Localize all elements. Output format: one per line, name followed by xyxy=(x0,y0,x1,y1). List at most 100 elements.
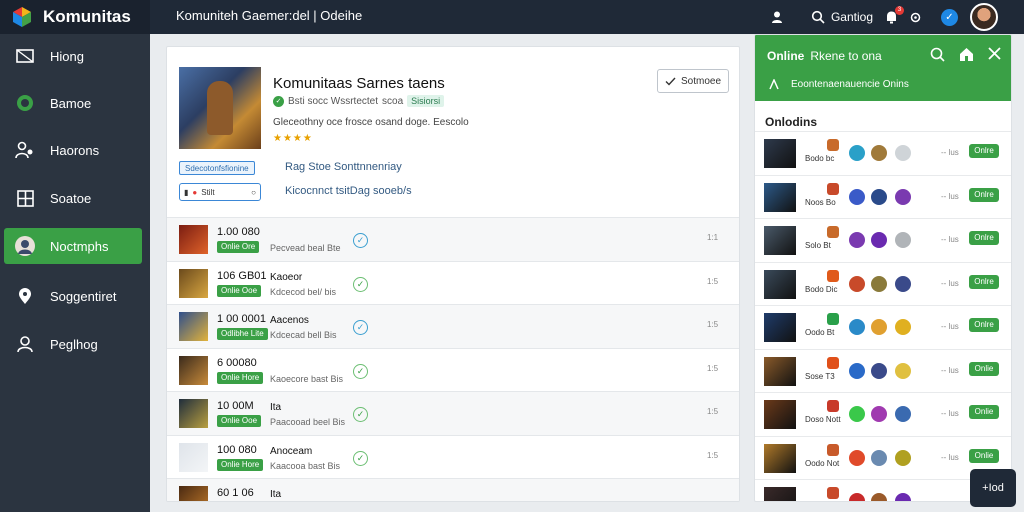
game-thumbnail xyxy=(179,312,208,341)
sidebar-item-noctmphs[interactable]: Noctmphs xyxy=(4,228,142,264)
game-icon xyxy=(827,356,839,369)
status-badge: Odlibhe Lite xyxy=(217,328,268,340)
online-status-badge[interactable]: Onlie xyxy=(969,405,999,419)
game-thumbnail xyxy=(179,399,208,428)
sidebar-item-hiong[interactable]: Hiong xyxy=(4,38,142,74)
player-thumbnail xyxy=(764,182,796,212)
send-icon xyxy=(14,45,36,67)
close-icon[interactable] xyxy=(988,47,1001,66)
badge-icon xyxy=(849,362,865,379)
meta-extra: scoa xyxy=(382,95,404,107)
online-status-badge[interactable]: Onlre xyxy=(969,318,999,332)
row-title: Aacenos xyxy=(270,315,309,326)
home-icon[interactable] xyxy=(959,47,974,66)
table-row[interactable]: 106 GB01 Onlie Ooe Kaoeor Kdcecod bel/ bis ✓… xyxy=(167,260,739,305)
sidebar-item-label: Hiong xyxy=(50,48,84,64)
sidebar-item-label: Bamoe xyxy=(50,95,92,111)
caption-primary[interactable]: Rag Stoe Sonttnnenriay xyxy=(285,161,402,173)
check-icon[interactable]: ✓ xyxy=(353,320,368,335)
row-meta: -- lus xyxy=(941,235,959,244)
notification-icon[interactable]: 3 xyxy=(885,6,904,24)
list-item[interactable]: Doso Nott -- lus Onlie xyxy=(755,392,1011,436)
list-item[interactable]: Solo Bt -- lus Onlre xyxy=(755,218,1011,262)
table-row[interactable]: 60 1 06 Ita xyxy=(167,478,739,501)
list-item[interactable]: Bodo Dic -- lus Onlre xyxy=(755,261,1011,306)
action-button[interactable]: Sotmoee xyxy=(657,69,729,93)
row-number: 1:5 xyxy=(707,276,719,286)
stat-control[interactable]: ▮ ● Stilt ○ xyxy=(179,183,261,201)
settings-icon[interactable] xyxy=(910,12,921,23)
avatar[interactable] xyxy=(970,3,998,31)
sidebar-item-haorons[interactable]: Haorons xyxy=(4,132,142,168)
player-label: Oodo Not xyxy=(805,458,840,468)
player-thumbnail xyxy=(764,226,796,255)
game-cover-image[interactable] xyxy=(179,67,261,149)
player-label: Noos Bo xyxy=(805,197,836,207)
table-row[interactable]: 10 00M Onlie Ooe Ita Paacooad beel Bis ✓ 1:5 xyxy=(167,391,739,435)
row-meta: -- lus xyxy=(941,452,959,462)
list-item[interactable]: Noos Bo -- lus Onlre xyxy=(755,174,1011,219)
category-tag[interactable]: Sdecotonfsfionine xyxy=(179,161,255,175)
user-label[interactable]: Gantiog xyxy=(831,10,873,24)
online-status-badge[interactable]: Onlre xyxy=(969,274,999,289)
sidebar-item-label: Soatoe xyxy=(50,190,92,206)
player-label: Oodo Bt xyxy=(805,328,835,337)
check-icon[interactable]: ✓ xyxy=(353,450,368,466)
toggle-icon: ○ xyxy=(251,187,256,197)
online-status-badge[interactable]: Onlie xyxy=(969,361,999,376)
sidebar-item-soatoe[interactable]: Soatoe xyxy=(4,180,142,216)
table-row[interactable]: 6 00080 Onlie Hore Kaoecore bast Bis ✓ 1:5 xyxy=(167,347,739,392)
row-subtitle: Kaoecore bast Bis xyxy=(270,373,344,384)
list-item[interactable]: Bodo bc -- lus Onlre xyxy=(755,131,1011,175)
badge-icon xyxy=(895,449,911,466)
online-status-badge[interactable]: Onlre xyxy=(969,231,999,245)
row-number: 1:5 xyxy=(707,320,719,329)
control-value: Stilt xyxy=(201,187,215,197)
game-meta: ✓ Bsti socc Wssrtectet scoa Sisiorsi xyxy=(273,95,445,107)
player-thumbnail xyxy=(764,487,796,501)
row-subtitle: Kdcecad bell Bis xyxy=(270,330,337,340)
player-label: Solo Bt xyxy=(805,241,831,250)
gamepad-icon xyxy=(14,92,36,114)
user-search-icon[interactable] xyxy=(771,10,785,24)
table-row[interactable]: 1 00 0001 Odlibhe Lite Aacenos Kdcecad bell… xyxy=(167,304,739,348)
game-icon xyxy=(827,226,839,238)
online-status-badge[interactable]: Onlie xyxy=(969,448,999,463)
search-icon[interactable] xyxy=(930,47,945,66)
users-icon xyxy=(14,139,36,161)
check-icon[interactable]: ✓ xyxy=(353,233,368,248)
list-item[interactable]: Oodo Bt -- lus Onlre xyxy=(755,305,1011,349)
chart-icon: ▮ xyxy=(184,187,189,197)
table-row[interactable]: 1.00 080 Onlie Ore Pecvead beal Bte ✓ 1:1 xyxy=(167,217,739,261)
badge-icon xyxy=(871,319,887,335)
check-icon[interactable]: ✓ xyxy=(353,276,368,292)
check-icon[interactable]: ✓ xyxy=(353,407,368,422)
check-icon[interactable]: ✓ xyxy=(353,363,368,379)
game-description: Gleceothny oce frosce osand doge. Eescol… xyxy=(273,117,469,128)
table-row[interactable]: 100 080 Onlie Hore Anoceam Kaacooa bast Bis… xyxy=(167,434,739,479)
sidebar-item-peglhog[interactable]: Peglhog xyxy=(4,326,142,362)
sidebar-item-soggentiret[interactable]: Soggentiret xyxy=(4,278,142,314)
row-title: Anoceam xyxy=(270,445,313,457)
location-icon xyxy=(14,285,36,307)
caption-secondary[interactable]: Kicocnnct tsitDag sooeb/s xyxy=(285,185,412,197)
panel-title-bold: Online xyxy=(767,49,805,63)
game-icon xyxy=(827,400,839,412)
row-subtitle: Kaacooa bast Bis xyxy=(270,460,341,471)
search-icon[interactable] xyxy=(811,10,825,24)
brand[interactable]: Komunitas xyxy=(0,0,150,34)
online-status-badge[interactable]: Onlre xyxy=(969,144,999,158)
meta-tag[interactable]: Sisiorsi xyxy=(407,95,445,107)
sidebar-item-bamoe[interactable]: Bamoe xyxy=(4,85,142,121)
row-number: 1:1 xyxy=(707,233,719,242)
online-status-badge[interactable]: Onlre xyxy=(969,187,999,202)
status-badge: Onlie Hore xyxy=(217,458,264,471)
row-value: 1 00 0001 xyxy=(217,313,266,325)
verified-icon[interactable]: ✓ xyxy=(941,8,958,26)
user-icon xyxy=(14,333,36,355)
row-title: Ita xyxy=(270,402,282,413)
game-list: 1.00 080 Onlie Ore Pecvead beal Bte ✓ 1:1 106… xyxy=(167,217,739,501)
list-item[interactable]: Sose T3 -- lus Onlie xyxy=(755,348,1011,393)
game-title: Komunitaas Sarnes taens xyxy=(273,75,445,92)
chat-button[interactable]: +Iod xyxy=(970,469,1016,507)
